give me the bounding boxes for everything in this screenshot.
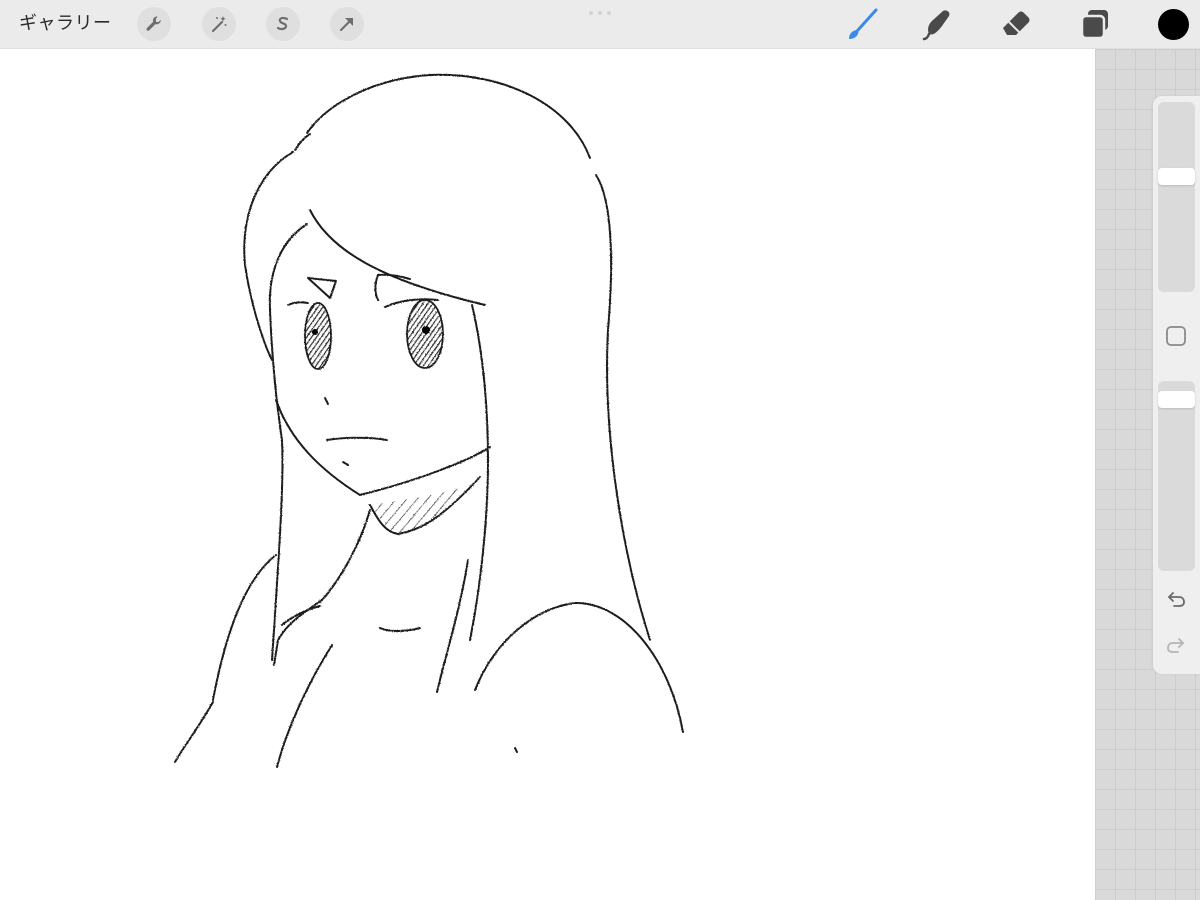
adjustments-button[interactable] <box>202 7 236 41</box>
undo-button[interactable] <box>1163 586 1189 612</box>
eraser-tool-button[interactable] <box>998 6 1034 42</box>
modify-button[interactable] <box>1163 323 1189 349</box>
sketch-strokes <box>174 73 684 768</box>
opacity-slider[interactable] <box>1158 381 1195 571</box>
sketch-eyes <box>304 299 444 370</box>
top-toolbar: ギャラリー <box>0 0 1200 49</box>
redo-button[interactable] <box>1163 632 1189 658</box>
smudge-tool-button[interactable] <box>921 6 957 42</box>
selection-s-icon <box>276 16 289 31</box>
brush-tool-button[interactable] <box>843 6 879 42</box>
undo-icon <box>1168 592 1185 607</box>
drawing-canvas[interactable] <box>0 49 1095 900</box>
selection-button[interactable] <box>266 7 300 41</box>
brush-icon <box>849 8 878 39</box>
layers-button[interactable] <box>1077 6 1113 42</box>
actions-button[interactable] <box>137 7 171 41</box>
layers-icon <box>1080 10 1108 40</box>
opacity-thumb[interactable] <box>1158 391 1195 408</box>
brush-size-thumb[interactable] <box>1158 168 1195 185</box>
gallery-button[interactable]: ギャラリー <box>19 10 112 38</box>
sketch-drawing <box>174 73 684 768</box>
brush-sidebar <box>1153 96 1200 674</box>
eraser-icon <box>1003 11 1030 35</box>
move-arrow-icon <box>339 18 353 32</box>
brush-size-slider[interactable] <box>1158 102 1195 292</box>
color-picker-button[interactable] <box>1158 9 1189 40</box>
redo-icon <box>1167 638 1184 653</box>
transform-button[interactable] <box>330 7 364 41</box>
toolbar-drag-handle[interactable] <box>589 11 611 15</box>
magic-wand-icon <box>211 16 227 33</box>
wrench-icon <box>146 16 161 31</box>
square-icon <box>1166 326 1186 346</box>
smudge-icon <box>922 10 950 41</box>
